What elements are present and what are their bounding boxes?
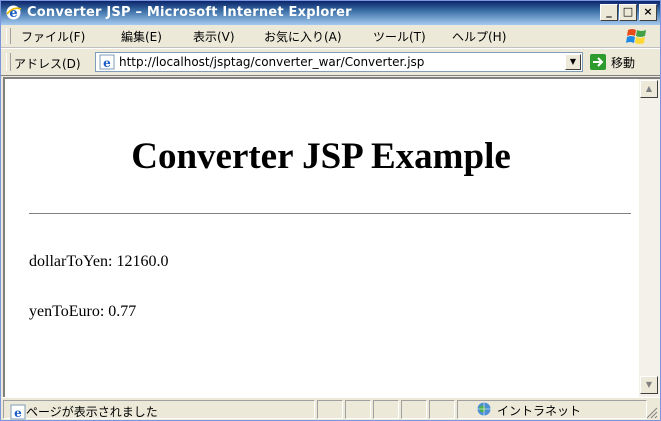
close-button[interactable]: × [639,4,657,21]
go-label: 移動 [611,56,636,70]
vertical-scrollbar[interactable]: ▲ ▼ [639,77,660,397]
windows-logo-icon [626,29,646,44]
ie-page-icon: e [10,404,26,420]
toolbar-grip[interactable] [6,28,11,44]
maximize-button[interactable]: □ [619,4,637,21]
address-label: アドレス(D) [14,57,81,71]
svg-text:e: e [14,406,22,420]
status-pane [345,400,371,419]
intranet-globe-icon [477,402,491,416]
page-content: Converter JSP Example dollarToYen: 12160… [3,77,639,397]
status-bar: e ページが表示されました イントラネット [1,397,660,420]
scroll-down-button[interactable]: ▼ [640,376,658,394]
status-pane [401,400,427,419]
resize-grip-icon[interactable] [646,407,658,419]
page-title: Converter JSP Example [131,136,511,177]
minimize-button[interactable]: _ [600,4,618,21]
horizontal-rule [29,213,631,215]
result-yen-to-euro: yenToEuro: 0.77 [29,303,137,320]
status-text: ページが表示されました [26,405,158,419]
status-pane [429,400,455,419]
address-grip[interactable] [6,53,11,71]
menu-bar: ファイル(F) 編集(E) 表示(V) お気に入り(A) ツール(T) ヘルプ(… [1,25,660,48]
menu-view[interactable]: 表示(V) [193,28,235,45]
ie-logo-icon: e [6,5,22,21]
address-dropdown-button[interactable]: ▼ [565,54,581,70]
window-title: Converter JSP – Microsoft Internet Explo… [27,5,352,20]
zone-label: イントラネット [497,404,582,418]
address-bar: アドレス(D) e http://localhost/jsptag/conver… [1,48,660,76]
menu-file[interactable]: ファイル(F) [21,28,85,45]
scroll-up-button[interactable]: ▲ [640,80,658,98]
status-pane [317,400,343,419]
browser-window: e Converter JSP – Microsoft Internet Exp… [0,0,661,421]
address-input[interactable]: e http://localhost/jsptag/converter_war/… [95,52,583,72]
status-pane [373,400,399,419]
status-pane-main: e ページが表示されました [3,400,315,420]
green-arrow-icon [590,54,606,70]
ie-page-icon: e [99,54,115,70]
menu-help[interactable]: ヘルプ(H) [452,28,506,45]
address-url: http://localhost/jsptag/converter_war/Co… [119,55,425,69]
menu-favorites[interactable]: お気に入り(A) [264,28,342,45]
svg-text:e: e [103,56,111,70]
menu-edit[interactable]: 編集(E) [121,28,162,45]
menu-tools[interactable]: ツール(T) [373,28,426,45]
title-bar[interactable]: e Converter JSP – Microsoft Internet Exp… [1,1,660,25]
result-dollar-to-yen: dollarToYen: 12160.0 [29,253,169,270]
